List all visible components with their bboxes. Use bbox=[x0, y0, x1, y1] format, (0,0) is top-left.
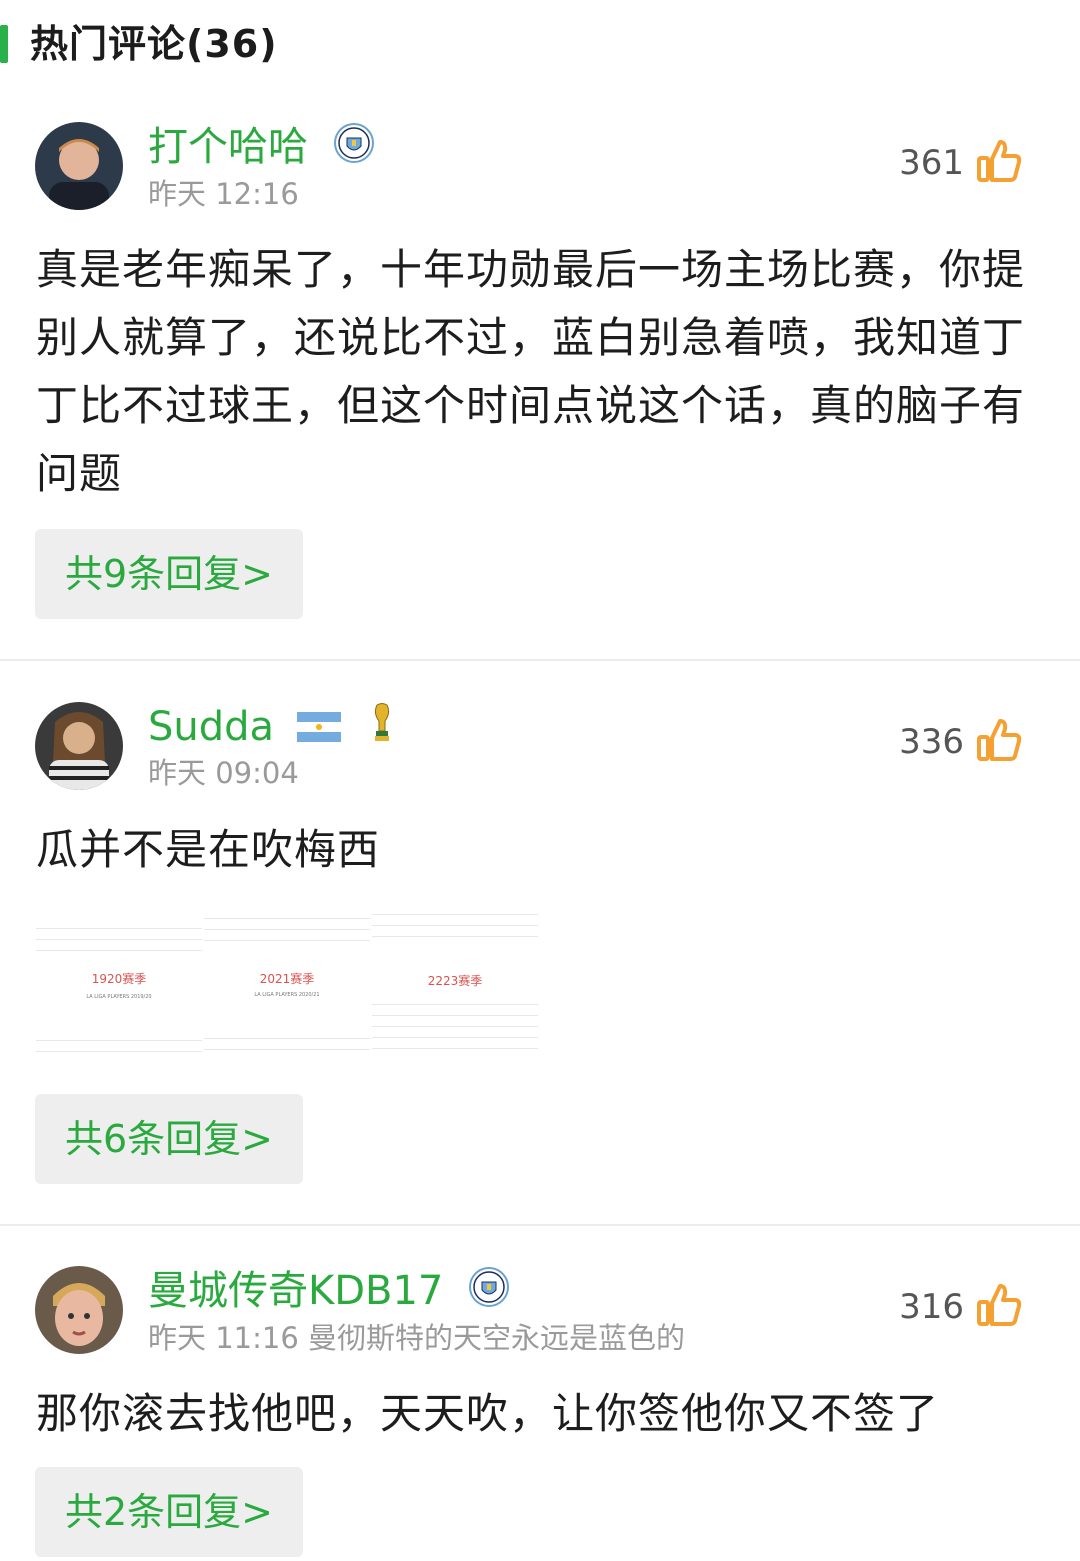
image-caption: 2223赛季 bbox=[427, 974, 483, 988]
man-city-badge-icon bbox=[333, 122, 375, 176]
argentina-flag-icon bbox=[296, 704, 341, 754]
image-subtitle: LA LIGA PLAYERS 2019/20 bbox=[86, 994, 152, 1000]
image-caption: 2021赛季 bbox=[259, 972, 315, 986]
view-replies-button[interactable]: 共2条回复> bbox=[35, 1467, 303, 1557]
avatar[interactable] bbox=[35, 122, 123, 210]
username[interactable]: 打个哈哈 bbox=[148, 122, 375, 176]
thumbs-up-icon[interactable] bbox=[976, 717, 1022, 767]
world-cup-trophy-icon bbox=[371, 703, 393, 755]
like-button[interactable]: 336 bbox=[899, 717, 1022, 767]
divider bbox=[0, 1224, 1080, 1226]
section-header: 热门评论(36) bbox=[0, 0, 1080, 90]
comment-text: 瓜并不是在吹梅西 bbox=[36, 825, 381, 874]
thumbs-up-icon[interactable] bbox=[976, 138, 1022, 188]
image-caption: 1920赛季 bbox=[91, 972, 147, 986]
image-thumbnail[interactable]: 1920赛季 LA LIGA PLAYERS 2019/20 bbox=[36, 908, 202, 1070]
comment-time: 昨天 11:16 曼彻斯特的天空永远是蓝色的 bbox=[148, 1321, 686, 1355]
section-accent-bar bbox=[0, 25, 8, 63]
divider bbox=[0, 659, 1080, 661]
like-button[interactable]: 316 bbox=[899, 1282, 1022, 1332]
image-thumbnail[interactable]: 2021赛季 LA LIGA PLAYERS 2020/21 bbox=[204, 908, 370, 1070]
image-subtitle: LA LIGA PLAYERS 2020/21 bbox=[254, 992, 320, 998]
section-title: 热门评论(36) bbox=[30, 22, 278, 66]
image-gallery: 1920赛季 LA LIGA PLAYERS 2019/20 2021赛季 LA… bbox=[36, 908, 540, 1070]
thumbs-up-icon[interactable] bbox=[976, 1282, 1022, 1332]
like-count: 336 bbox=[899, 722, 964, 762]
comment-text: 真是老年痴呆了，十年功勋最后一场主场比赛，你提别人就算了，还说比不过，蓝白别急着… bbox=[36, 245, 1026, 498]
like-count: 361 bbox=[899, 143, 964, 183]
view-replies-button[interactable]: 共6条回复> bbox=[35, 1094, 303, 1184]
view-replies-button[interactable]: 共9条回复> bbox=[35, 529, 303, 619]
comment-time: 昨天 09:04 bbox=[148, 756, 299, 790]
like-button[interactable]: 361 bbox=[899, 138, 1022, 188]
comment-time: 昨天 12:16 bbox=[148, 177, 299, 211]
avatar[interactable] bbox=[35, 702, 123, 790]
username[interactable]: Sudda bbox=[148, 702, 393, 755]
avatar[interactable] bbox=[35, 1266, 123, 1354]
comment-text: 那你滚去找他吧，天天吹，让你签他你又不签了 bbox=[36, 1389, 940, 1438]
man-city-badge-icon bbox=[468, 1266, 510, 1320]
image-thumbnail[interactable]: 2223赛季 bbox=[372, 908, 538, 1070]
username[interactable]: 曼城传奇KDB17 bbox=[148, 1266, 510, 1320]
like-count: 316 bbox=[899, 1287, 964, 1327]
